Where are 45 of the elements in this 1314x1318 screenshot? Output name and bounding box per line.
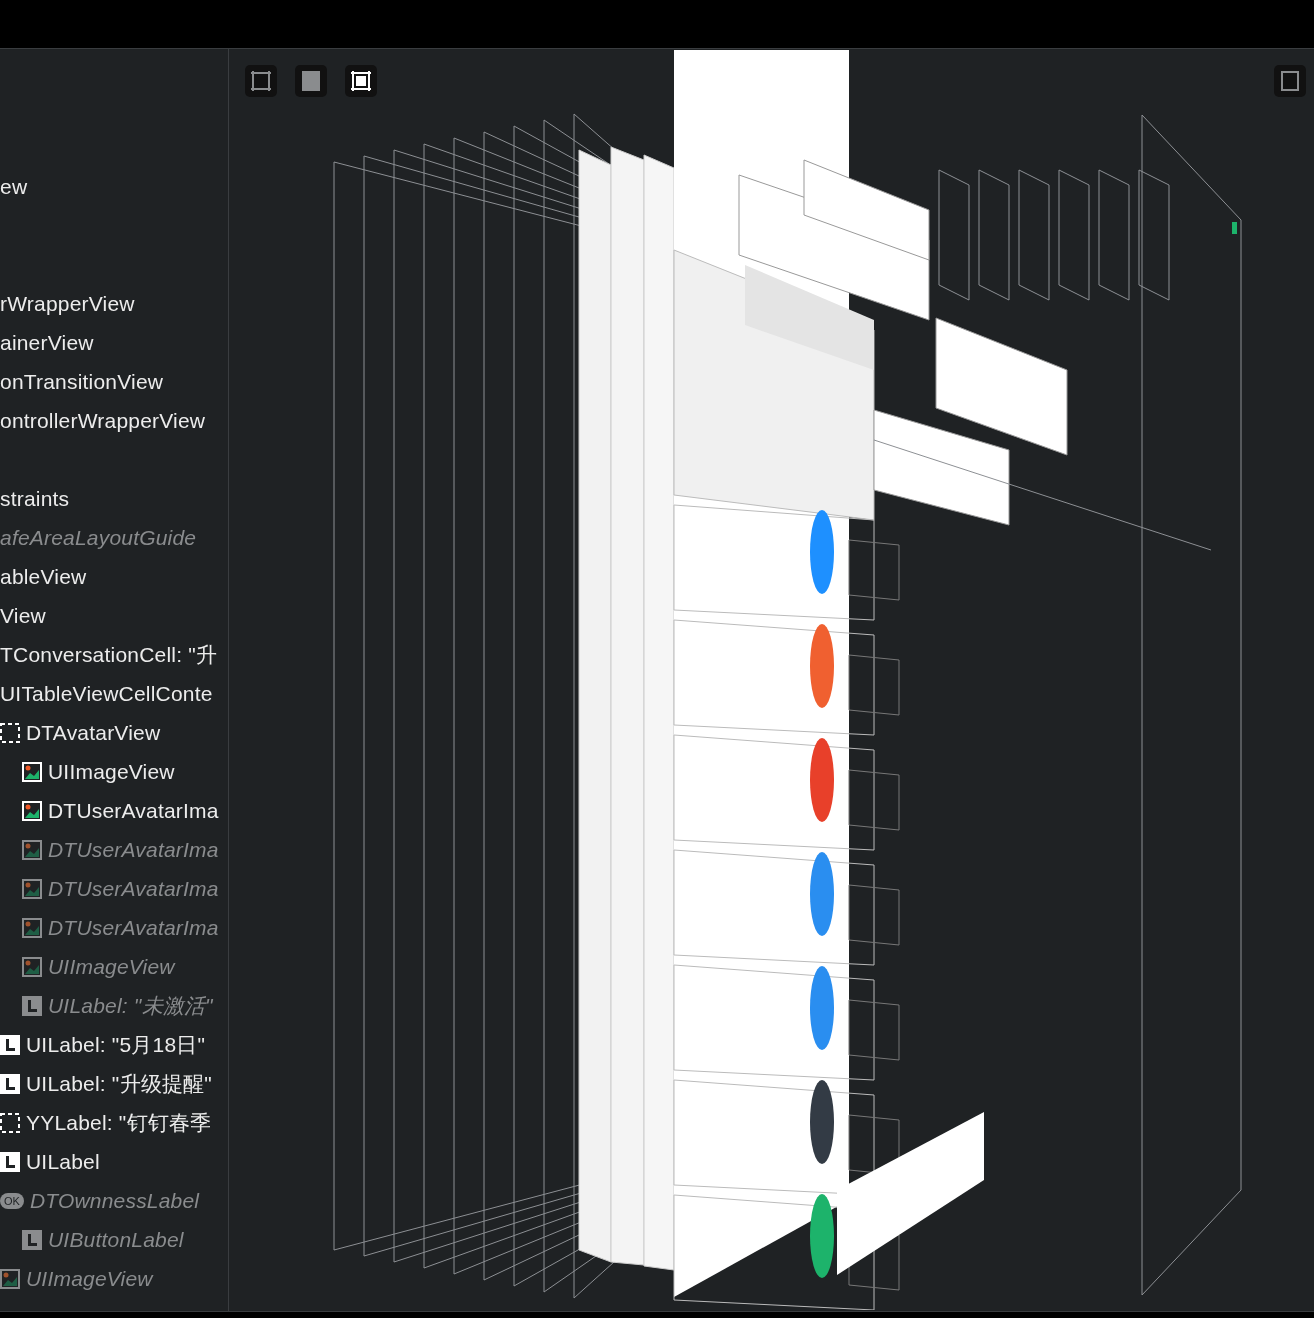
wireframe-button[interactable]: [245, 65, 277, 97]
ok-badge: OK: [0, 1192, 24, 1209]
view-hierarchy-item[interactable]: YYLabel: "钉钉春季: [26, 1108, 212, 1137]
view-hierarchy-item[interactable]: onTransitionView: [0, 369, 164, 394]
label-icon: [22, 1229, 42, 1250]
view-hierarchy-item[interactable]: DTUserAvatarIma: [48, 915, 219, 940]
view-hierarchy-item[interactable]: UILabel: "升级提醒": [26, 1069, 212, 1098]
view-hierarchy-item[interactable]: UILabel: "5月18日": [26, 1030, 206, 1059]
filled-square-button[interactable]: [295, 65, 327, 97]
framed-square-icon: [349, 69, 373, 93]
view-hierarchy-item[interactable]: UIImageView: [26, 1266, 153, 1291]
image-icon: [22, 839, 42, 860]
view-hierarchy-item[interactable]: ew: [0, 174, 28, 199]
dashed-box-icon: [0, 1112, 20, 1133]
view-hierarchy-item[interactable]: DTAvatarView: [26, 720, 161, 745]
filled-square-icon: [299, 69, 323, 93]
label-icon: [22, 995, 42, 1016]
image-icon: [22, 917, 42, 938]
view-hierarchy-item[interactable]: ainerView: [0, 330, 94, 355]
view-hierarchy-item[interactable]: DTOwnnessLabel: [29, 1188, 200, 1213]
framed-square-button[interactable]: [345, 65, 377, 97]
view-hierarchy-item[interactable]: UILabel: [26, 1149, 100, 1174]
image-icon: [22, 800, 42, 821]
image-icon: [22, 878, 42, 899]
view-hierarchy-item[interactable]: UIImageView: [48, 954, 175, 979]
dashed-box-icon: [0, 722, 20, 743]
wireframe-icon: [249, 69, 273, 93]
view-hierarchy-item[interactable]: UIButtonLabel: [48, 1227, 184, 1252]
image-icon: [22, 761, 42, 782]
view-hierarchy-item[interactable]: DTUserAvatarIma: [48, 876, 219, 901]
frame-icon: [1278, 69, 1302, 93]
view-hierarchy-item[interactable]: UIImageView: [48, 759, 175, 784]
view-hierarchy-item[interactable]: DTUserAvatarIma: [48, 798, 219, 823]
view-hierarchy-item[interactable]: straints: [0, 486, 70, 511]
view-hierarchy-item[interactable]: TConversationCell: "升: [0, 640, 218, 669]
view-hierarchy-item[interactable]: UITableViewCellConte: [0, 681, 213, 706]
view-hierarchy-item[interactable]: ableView: [0, 564, 87, 589]
image-icon: [22, 956, 42, 977]
view-hierarchy-item[interactable]: UILabel: "未激活": [48, 991, 213, 1020]
view-hierarchy-item[interactable]: ontrollerWrapperView: [0, 408, 206, 433]
view-hierarchy-item[interactable]: afeAreaLayoutGuide: [0, 525, 197, 550]
view-hierarchy-item[interactable]: DTUserAvatarIma: [48, 837, 219, 862]
view-hierarchy-item[interactable]: View: [0, 603, 46, 628]
frame-button[interactable]: [1274, 65, 1306, 97]
view-hierarchy-item[interactable]: rWrapperView: [0, 291, 135, 316]
